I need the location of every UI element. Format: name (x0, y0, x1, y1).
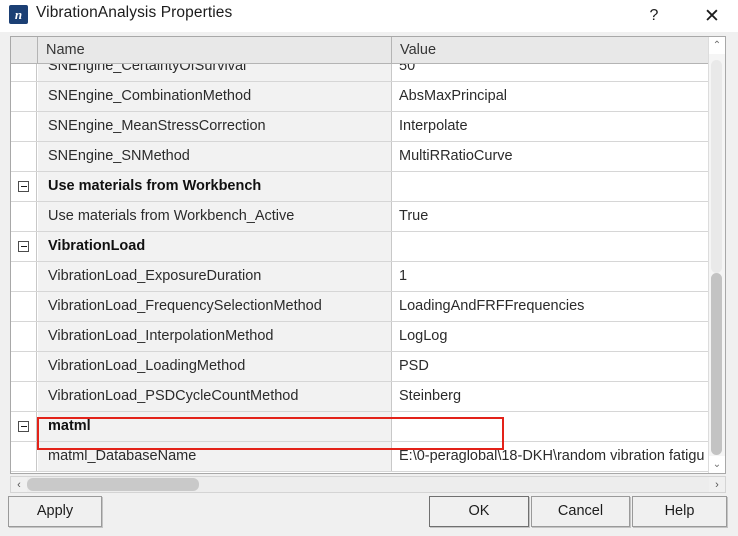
dialog-body: Name Value SNEngine_CertaintyOfSurvival … (0, 32, 738, 536)
row-value[interactable]: LoadingAndFRFFrequencies (392, 292, 725, 321)
title-bar: n VibrationAnalysis Properties ? ✕ (0, 0, 738, 32)
row-value (392, 232, 725, 261)
row-name: VibrationLoad_ExposureDuration (38, 262, 392, 291)
row-gutter (11, 322, 37, 351)
row-gutter[interactable] (11, 172, 37, 201)
row-name: VibrationLoad_LoadingMethod (38, 352, 392, 381)
row-gutter (11, 442, 37, 471)
column-header-name[interactable]: Name (38, 37, 392, 63)
scroll-up-icon[interactable]: ⌃ (709, 37, 725, 54)
table-row[interactable]: Use materials from Workbench_Active True (11, 202, 725, 232)
row-value (392, 172, 725, 201)
collapse-icon[interactable] (18, 181, 29, 192)
table-group-row[interactable]: matml (11, 412, 725, 442)
row-name: Use materials from Workbench_Active (38, 202, 392, 231)
grid-header-row: Name Value (11, 37, 725, 64)
column-header-gutter (11, 37, 38, 63)
row-name: VibrationLoad_InterpolationMethod (38, 322, 392, 351)
properties-dialog-window: n VibrationAnalysis Properties ? ✕ Name … (0, 0, 738, 536)
property-grid: Name Value SNEngine_CertaintyOfSurvival … (10, 36, 726, 474)
row-gutter (11, 112, 37, 141)
row-gutter (11, 262, 37, 291)
grid-rows: SNEngine_CertaintyOfSurvival 50 SNEngine… (11, 64, 725, 472)
table-row[interactable]: VibrationLoad_LoadingMethod PSD (11, 352, 725, 382)
horizontal-scroll-track[interactable] (27, 477, 709, 492)
scroll-right-icon[interactable]: › (709, 477, 725, 492)
row-value[interactable]: 1 (392, 262, 725, 291)
horizontal-scroll-thumb[interactable] (27, 478, 199, 491)
table-row[interactable]: matml_DatabaseName E:\0-peraglobal\18-DK… (11, 442, 725, 472)
row-value (392, 412, 725, 441)
row-name: VibrationLoad_FrequencySelectionMethod (38, 292, 392, 321)
row-gutter (11, 82, 37, 111)
row-gutter (11, 64, 37, 81)
table-row[interactable]: VibrationLoad_ExposureDuration 1 (11, 262, 725, 292)
horizontal-scrollbar[interactable]: ‹ › (10, 476, 726, 493)
row-gutter (11, 142, 37, 171)
row-name: SNEngine_CertaintyOfSurvival (38, 64, 392, 81)
row-value[interactable]: LogLog (392, 322, 725, 351)
row-value[interactable]: Steinberg (392, 382, 725, 411)
collapse-icon[interactable] (18, 421, 29, 432)
row-name: SNEngine_MeanStressCorrection (38, 112, 392, 141)
row-gutter (11, 292, 37, 321)
help-button[interactable]: Help (632, 496, 727, 527)
apply-button[interactable]: Apply (8, 496, 102, 527)
table-group-row[interactable]: Use materials from Workbench (11, 172, 725, 202)
column-header-value[interactable]: Value (392, 37, 725, 63)
row-gutter[interactable] (11, 412, 37, 441)
scroll-down-icon[interactable]: ⌄ (709, 456, 725, 473)
row-gutter[interactable] (11, 232, 37, 261)
row-value[interactable]: AbsMaxPrincipal (392, 82, 725, 111)
vertical-scroll-thumb[interactable] (711, 273, 722, 455)
window-title: VibrationAnalysis Properties (36, 4, 233, 21)
ansys-app-icon: n (9, 5, 28, 24)
table-row[interactable]: VibrationLoad_InterpolationMethod LogLog (11, 322, 725, 352)
row-value[interactable]: Interpolate (392, 112, 725, 141)
vertical-scroll-track-upper (711, 60, 722, 273)
row-value[interactable]: MultiRRatioCurve (392, 142, 725, 171)
collapse-icon[interactable] (18, 241, 29, 252)
scroll-left-icon[interactable]: ‹ (11, 477, 27, 492)
vertical-scrollbar[interactable]: ⌃ ⌄ (708, 37, 725, 473)
table-row[interactable]: SNEngine_SNMethod MultiRRatioCurve (11, 142, 725, 172)
row-name: SNEngine_CombinationMethod (38, 82, 392, 111)
table-row[interactable]: SNEngine_CertaintyOfSurvival 50 (11, 64, 725, 82)
vertical-scroll-track[interactable] (709, 54, 725, 456)
table-row-highlighted[interactable]: VibrationLoad_PSDCycleCountMethod Steinb… (11, 382, 725, 412)
row-name: Use materials from Workbench (38, 172, 392, 201)
row-value[interactable]: True (392, 202, 725, 231)
cancel-button[interactable]: Cancel (531, 496, 630, 527)
row-value[interactable]: E:\0-peraglobal\18-DKH\random vibration … (392, 442, 725, 471)
row-name: SNEngine_SNMethod (38, 142, 392, 171)
row-gutter (11, 352, 37, 381)
close-icon[interactable]: ✕ (694, 0, 730, 32)
ok-button[interactable]: OK (429, 496, 529, 527)
table-group-row[interactable]: VibrationLoad (11, 232, 725, 262)
row-name: matml (38, 412, 392, 441)
table-row[interactable]: SNEngine_CombinationMethod AbsMaxPrincip… (11, 82, 725, 112)
row-name: VibrationLoad (38, 232, 392, 261)
table-row[interactable]: SNEngine_MeanStressCorrection Interpolat… (11, 112, 725, 142)
row-name: matml_DatabaseName (38, 442, 392, 471)
grid-rows-viewport: SNEngine_CertaintyOfSurvival 50 SNEngine… (11, 64, 725, 473)
titlebar-help-icon[interactable]: ? (636, 0, 672, 32)
table-row[interactable]: VibrationLoad_FrequencySelectionMethod L… (11, 292, 725, 322)
row-gutter (11, 202, 37, 231)
row-value[interactable]: PSD (392, 352, 725, 381)
row-value[interactable]: 50 (392, 64, 725, 81)
row-gutter (11, 382, 37, 411)
row-name: VibrationLoad_PSDCycleCountMethod (38, 382, 392, 411)
